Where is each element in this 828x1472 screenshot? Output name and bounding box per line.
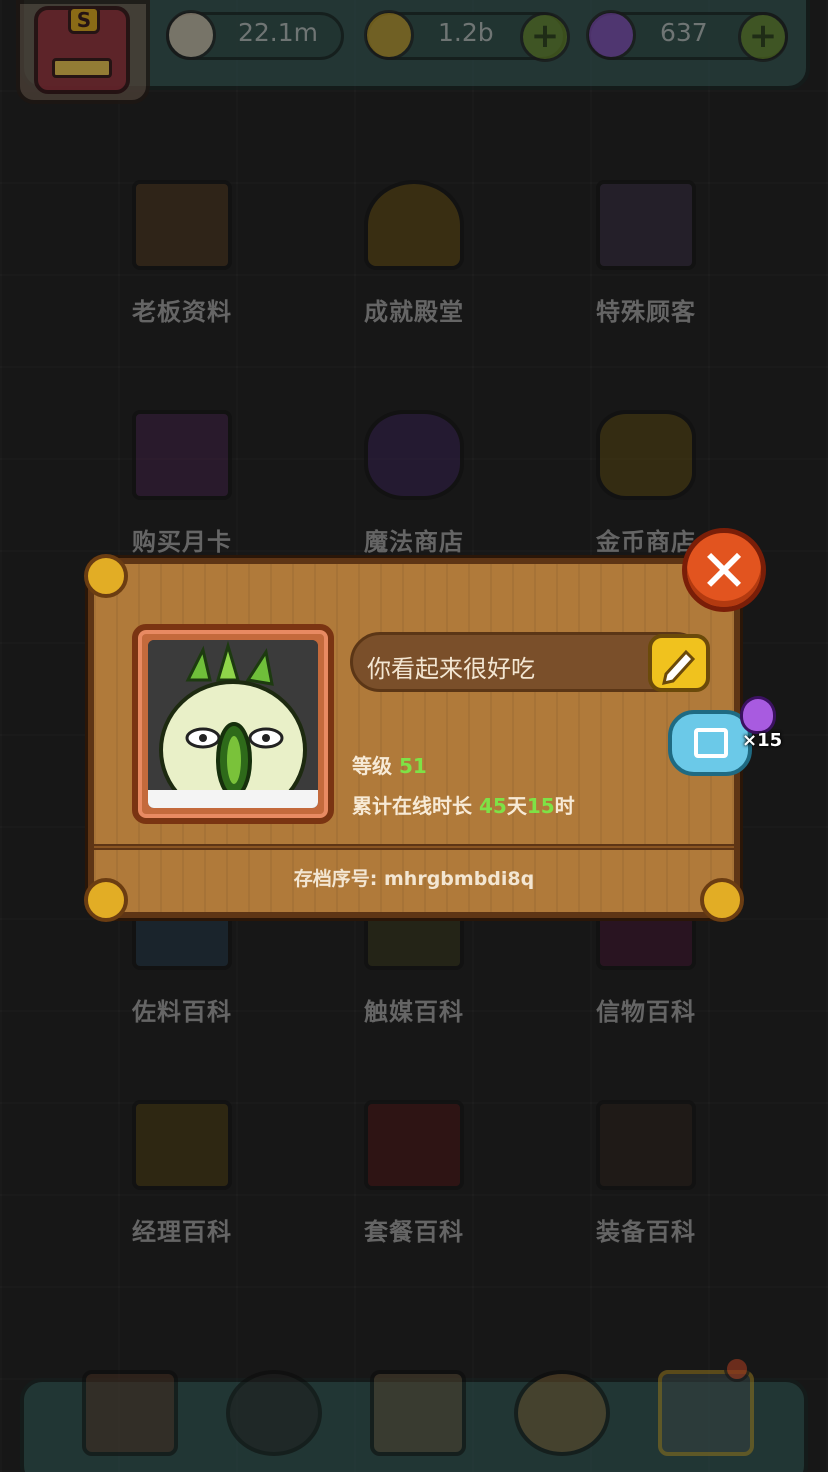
level-label: 等级 <box>352 754 392 778</box>
share-reward-count: ×15 <box>742 730 783 751</box>
divider <box>94 844 734 850</box>
player-name: 你看起来很好吃 <box>367 655 535 683</box>
radish-monster-icon <box>148 640 318 808</box>
close-icon: ✕ <box>699 537 749 605</box>
portrait-image <box>148 640 318 808</box>
pencil-icon <box>662 649 696 685</box>
profile-portrait <box>132 624 334 824</box>
edit-name-button[interactable] <box>648 634 710 692</box>
online-time-label: 累计在线时长 <box>352 794 472 818</box>
close-button[interactable]: ✕ <box>682 528 766 612</box>
online-hours: 15 <box>526 794 555 818</box>
days-unit: 天 <box>506 794 527 818</box>
profile-dialog: 你看起来很好吃 等级 51 累计在线时长 45天15时 存档序号: mhrgbm… <box>84 554 744 922</box>
online-days: 45 <box>478 794 507 818</box>
potion-reward-icon <box>740 696 776 734</box>
save-serial: 存档序号: mhrgbmbdi8q <box>94 864 734 891</box>
share-icon <box>694 728 728 758</box>
level-value: 51 <box>398 754 427 778</box>
serial-value: mhrgbmbdi8q <box>384 868 535 890</box>
serial-label: 存档序号: <box>293 868 378 890</box>
hours-unit: 时 <box>554 794 575 818</box>
level-row: 等级 51 <box>352 750 427 779</box>
corner-ornament <box>84 554 128 598</box>
online-time-row: 累计在线时长 45天15时 <box>352 790 575 819</box>
